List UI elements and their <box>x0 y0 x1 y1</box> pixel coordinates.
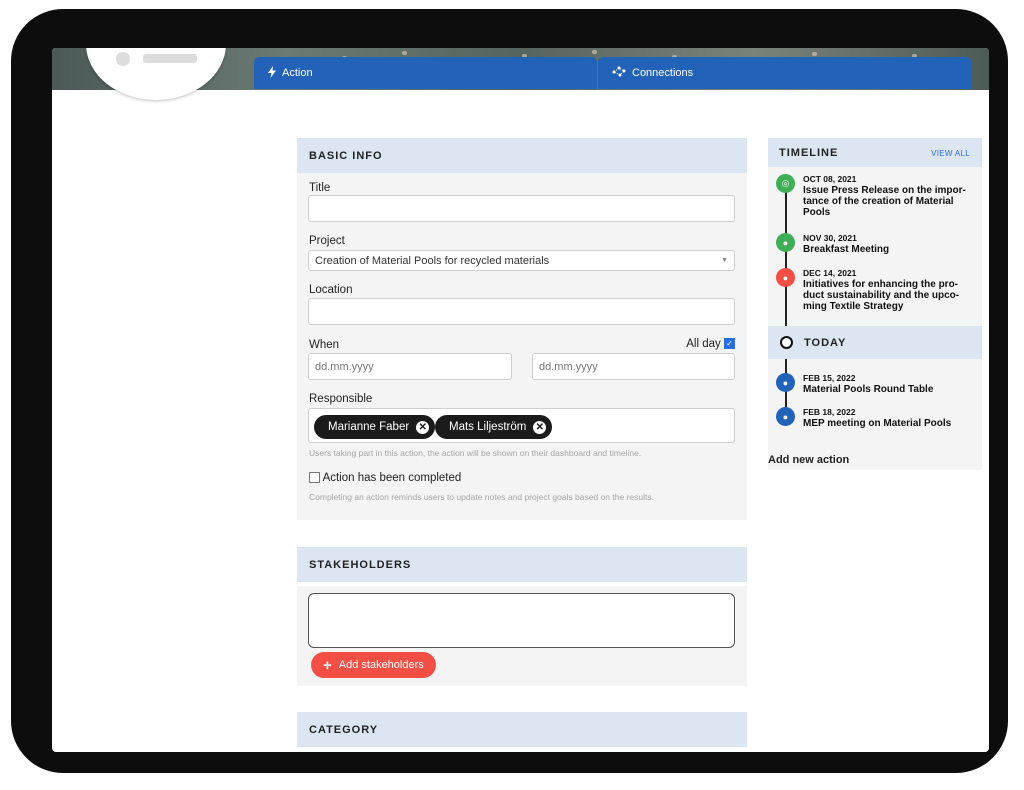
basic-info-header: BASIC INFO <box>297 138 747 173</box>
profile-avatar[interactable] <box>86 48 226 100</box>
event-title: Material Pools Round Table <box>803 384 934 395</box>
location-input[interactable] <box>308 298 735 325</box>
title-label: Title <box>309 182 331 194</box>
tab-action[interactable]: Action <box>254 57 597 89</box>
all-day-label: All day <box>686 338 721 350</box>
event-date: OCT 08, 2021 <box>803 174 857 184</box>
today-label: TODAY <box>804 337 847 349</box>
all-day-toggle[interactable]: All day ✓ <box>686 338 735 350</box>
remove-chip-icon[interactable]: ✕ <box>533 420 547 434</box>
tablet-frame: Action Connections BASIC INFO Title Proj… <box>11 9 1008 773</box>
project-label: Project <box>309 235 345 247</box>
timeline-panel: TIMELINE VIEW ALL ◎ OCT 08, 2021 Issue P… <box>768 138 982 470</box>
when-label: When <box>309 339 340 351</box>
responsible-label: Responsible <box>309 393 373 405</box>
event-title: Initiatives for enhancing the pro-duct s… <box>803 279 960 312</box>
chat-icon: ● <box>776 407 795 426</box>
responsible-chip-label: Marianne Faber <box>328 421 410 433</box>
start-date-input[interactable]: dd.mm.yyyy <box>308 353 512 380</box>
chat-icon: ● <box>776 233 795 252</box>
today-circle-icon <box>780 336 793 349</box>
category-header: CATEGORY <box>297 712 747 747</box>
event-title: MEP meeting on Material Pools <box>803 418 952 429</box>
category-heading: CATEGORY <box>309 723 379 736</box>
tab-action-label: Action <box>282 67 313 79</box>
add-stakeholders-button[interactable]: + Add stakeholders <box>311 652 436 678</box>
end-date-input[interactable]: dd.mm.yyyy <box>532 353 735 380</box>
add-new-action-link[interactable]: Add new action <box>768 454 849 466</box>
responsible-chip: Marianne Faber ✕ <box>314 415 436 439</box>
target-icon: ◎ <box>776 174 795 193</box>
responsible-hint: Users taking part in this action, the ac… <box>309 448 642 458</box>
tab-connections-label: Connections <box>632 67 694 79</box>
completed-checkbox[interactable] <box>309 472 320 484</box>
completed-hint: Completing an action reminds users to up… <box>309 492 654 502</box>
timeline-heading: TIMELINE <box>779 147 839 159</box>
location-label: Location <box>309 284 353 296</box>
avatar-placeholder-bar <box>143 54 197 63</box>
event-date: NOV 30, 2021 <box>803 233 857 243</box>
stakeholders-header: STAKEHOLDERS <box>297 547 747 582</box>
add-stakeholders-label: Add stakeholders <box>338 659 424 671</box>
remove-chip-icon[interactable]: ✕ <box>416 420 430 434</box>
bolt-icon <box>268 65 276 81</box>
event-title: Issue Press Release on the impor-tance o… <box>803 185 966 218</box>
all-day-checkbox[interactable]: ✓ <box>724 338 735 350</box>
completed-label: Action has been completed <box>322 472 462 484</box>
title-input[interactable] <box>308 195 735 222</box>
chevron-down-icon: ▼ <box>721 257 728 264</box>
avatar-placeholder-dot <box>116 52 130 66</box>
event-date: DEC 14, 2021 <box>803 268 857 278</box>
plus-icon: + <box>323 656 332 674</box>
responsible-input[interactable]: Marianne Faber ✕ Mats Liljeström ✕ <box>308 408 735 443</box>
chat-icon: ● <box>776 268 795 287</box>
event-date: FEB 15, 2022 <box>803 373 856 383</box>
screen: Action Connections BASIC INFO Title Proj… <box>52 48 989 752</box>
stakeholders-card: + Add stakeholders <box>297 586 747 686</box>
responsible-chip: Mats Liljeström ✕ <box>435 415 553 439</box>
view-all-link[interactable]: VIEW ALL <box>931 149 970 158</box>
project-select[interactable]: Creation of Material Pools for recycled … <box>308 250 735 271</box>
timeline-header: TIMELINE VIEW ALL <box>768 138 982 167</box>
stakeholders-box[interactable] <box>308 593 735 648</box>
completed-toggle[interactable]: Action has been completed <box>309 472 461 484</box>
responsible-chip-label: Mats Liljeström <box>449 421 527 433</box>
basic-info-heading: BASIC INFO <box>309 149 383 162</box>
connections-icon <box>612 66 626 80</box>
basic-info-card: BASIC INFO Title Project Creation of Mat… <box>297 138 747 520</box>
chat-icon: ● <box>776 373 795 392</box>
event-title: Breakfast Meeting <box>803 244 890 255</box>
event-date: FEB 18, 2022 <box>803 407 856 417</box>
stakeholders-heading: STAKEHOLDERS <box>309 558 412 571</box>
tab-connections[interactable]: Connections <box>598 57 971 89</box>
today-marker-band <box>768 326 982 359</box>
project-select-value: Creation of Material Pools for recycled … <box>315 254 550 267</box>
